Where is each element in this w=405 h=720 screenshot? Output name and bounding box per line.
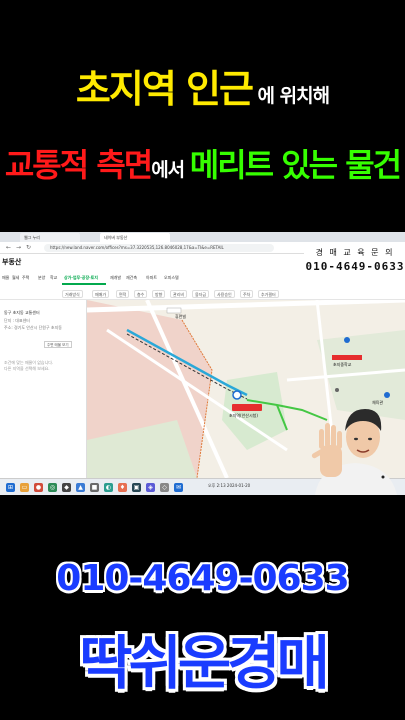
- windows-start-icon[interactable]: ⊞: [6, 483, 15, 492]
- headline-line-1: 초지역 인근 에 위치해: [0, 58, 405, 113]
- filter-button[interactable]: 거래방식: [62, 290, 83, 298]
- filter-button[interactable]: 매매가: [92, 290, 110, 298]
- left-panel: 동구 초지동 교통센터 단지 : 대표센터 주소: 경기도 안산시 단원구 초지…: [0, 300, 87, 478]
- headline-transport: 교통적 측면: [4, 146, 153, 184]
- inquiry-phone: 010-4649-0633: [305, 260, 405, 273]
- map-label-apartment: 휴먼빌: [175, 314, 187, 319]
- map-label-school: 초지중학교: [333, 362, 352, 367]
- menu-item[interactable]: 매물: [2, 275, 9, 281]
- clock-time: 오후 2:13: [208, 483, 226, 488]
- menu-item[interactable]: 분양: [38, 275, 45, 281]
- menu-item[interactable]: 아파트: [146, 275, 157, 281]
- menu-item[interactable]: 월세: [12, 275, 19, 281]
- inquiry-overlay: 경 매 교 육 문 의 010-4649-0633: [304, 244, 405, 274]
- headline-location: 초지역 인근: [75, 67, 254, 111]
- site-logo[interactable]: 부동산: [2, 257, 21, 267]
- browser-tab[interactable]: 웹그 누리: [20, 233, 80, 242]
- app-icon[interactable]: ✉: [174, 483, 183, 492]
- clock: 오후 2:13 2024-01-20: [208, 483, 250, 489]
- headline-location-suffix: 에 위치해: [257, 85, 331, 107]
- browser-tab-bar: 웹그 누리 네이버 부동산: [0, 232, 405, 242]
- panel-address: 주소: 경기도 안산시 단원구 초지동: [4, 325, 62, 330]
- back-icon[interactable]: ←: [6, 244, 11, 252]
- menu-item[interactable]: 주택: [22, 275, 29, 281]
- app-icon[interactable]: ●: [34, 483, 43, 492]
- presenter-figure: [311, 409, 397, 495]
- app-icon[interactable]: ◈: [146, 483, 155, 492]
- app-icon[interactable]: ◆: [62, 483, 71, 492]
- clock-date: 2024-01-20: [226, 483, 251, 488]
- filter-button[interactable]: 방향: [152, 290, 166, 298]
- menu-item[interactable]: 재건축: [126, 275, 137, 281]
- contact-phone: 010-4649-0633: [56, 558, 349, 599]
- filter-button[interactable]: 층수: [134, 290, 148, 298]
- headline-line-2: 교통적 측면에서 메리트 있는 물건: [0, 140, 405, 186]
- forward-icon[interactable]: →: [16, 244, 21, 252]
- panel-title: 동구 초지동 교통센터: [4, 310, 40, 315]
- menu-active-indicator: [62, 283, 106, 285]
- nearby-listings-button[interactable]: 주변 매물 보기: [44, 341, 72, 348]
- app-icon[interactable]: ■: [90, 483, 99, 492]
- empty-note-2: 다른 지역을 선택해 보세요.: [4, 366, 50, 371]
- url-field[interactable]: https://new.land.naver.com/offices?ms=37…: [44, 244, 274, 252]
- headline-merit: 메리트 있는 물건: [189, 146, 402, 184]
- headline-transport-suffix: 에서: [151, 159, 185, 181]
- panel-subtitle: 단지 : 대표센터: [4, 318, 30, 323]
- app-icon[interactable]: ▲: [76, 483, 85, 492]
- app-icon[interactable]: ▣: [132, 483, 141, 492]
- menu-item[interactable]: 오피스텔: [164, 275, 179, 281]
- menu-item[interactable]: 재개발: [110, 275, 121, 281]
- app-icon[interactable]: ◇: [160, 483, 169, 492]
- browser-tab-active[interactable]: 네이버 부동산: [100, 233, 170, 242]
- menu-item-active[interactable]: 상가·업무·공장·토지: [64, 275, 98, 281]
- reload-icon[interactable]: ↻: [26, 244, 31, 252]
- file-explorer-icon[interactable]: ▭: [20, 483, 29, 492]
- app-icon[interactable]: ♦: [118, 483, 127, 492]
- filter-button[interactable]: 관리비: [170, 290, 188, 298]
- channel-brand: 딱쉬운경매: [79, 629, 330, 697]
- filter-button[interactable]: 주차: [240, 290, 254, 298]
- filter-button[interactable]: 추가필터: [258, 290, 279, 298]
- app-icon[interactable]: ◐: [104, 483, 113, 492]
- filter-button[interactable]: 융자금: [192, 290, 210, 298]
- menu-item[interactable]: 학교: [50, 275, 57, 281]
- filter-button[interactable]: 사용승인: [214, 290, 235, 298]
- chrome-icon[interactable]: ◎: [48, 483, 57, 492]
- inquiry-label: 경 매 교 육 문 의: [315, 248, 395, 257]
- map-label-station: 초지역(안산시청): [229, 413, 258, 418]
- filter-button[interactable]: 면적: [116, 290, 130, 298]
